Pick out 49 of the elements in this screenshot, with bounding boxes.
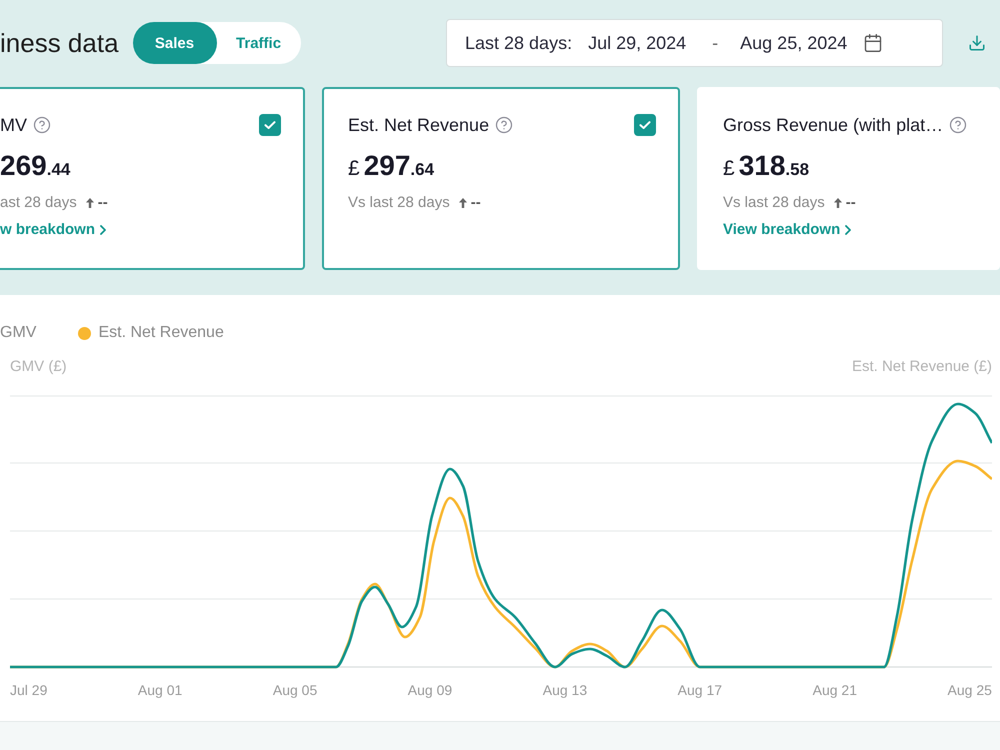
date-range-label: Last 28 days: [465, 32, 572, 54]
chevron-right-icon [100, 224, 106, 234]
x-axis-label: Aug 05 [272, 682, 318, 698]
x-axis-label: Aug 09 [408, 682, 452, 698]
tab[interactable]: Sales [132, 22, 217, 64]
metric-value: £297.64 [348, 150, 436, 182]
comparison-label: Vs last 28 days [723, 194, 825, 211]
help-icon[interactable] [495, 116, 514, 134]
arrow-up-icon [458, 198, 467, 208]
x-axis-label: Jul 29 [10, 682, 48, 698]
metric-card[interactable]: Gross Revenue (with plat… £318.58 Vs last 28 days -- View breakdown [697, 87, 1000, 270]
metric-title: MV [0, 114, 27, 136]
left-axis-title: GMV (£) [10, 358, 67, 375]
calendar-icon[interactable] [863, 33, 884, 53]
metric-card[interactable]: MV 269.44 ast 28 days -- w breakdown [0, 87, 305, 270]
legend-label[interactable]: GMV [0, 324, 36, 342]
checkbox[interactable] [259, 114, 281, 136]
x-axis-label: Aug 21 [812, 682, 857, 698]
x-axis-label: Aug 01 [138, 682, 182, 698]
metric-value: 269.44 [0, 150, 72, 182]
metric-title: Gross Revenue (with plat… [723, 114, 944, 136]
date-range-picker[interactable]: Last 28 days: Jul 29, 2024 - Aug 25, 2024 [446, 19, 943, 67]
end-date: Aug 25, 2024 [740, 32, 848, 54]
view-breakdown-link[interactable]: w breakdown [0, 221, 106, 238]
help-icon[interactable] [33, 116, 51, 134]
metric-title: Est. Net Revenue [348, 114, 490, 136]
chevron-right-icon [845, 224, 852, 234]
download-icon[interactable] [968, 34, 986, 52]
change-value: -- [846, 194, 856, 211]
x-axis-label: Aug 25 [948, 682, 992, 698]
comparison-label: ast 28 days [0, 194, 77, 211]
x-axis-label: Aug 13 [542, 682, 588, 698]
start-date: Jul 29, 2024 [588, 32, 686, 54]
comparison-label: Vs last 28 days [348, 194, 450, 211]
date-separator: - [712, 32, 718, 54]
page-title: iness data [0, 28, 119, 58]
tab[interactable]: Traffic [216, 22, 301, 64]
change-value: -- [470, 194, 481, 211]
legend-label[interactable]: Est. Net Revenue [98, 324, 224, 342]
metric-value: £318.58 [723, 150, 810, 182]
view-breakdown-link[interactable]: View breakdown [723, 221, 852, 238]
change-value: -- [98, 194, 108, 211]
x-axis-label: Aug 17 [678, 682, 722, 698]
metric-card[interactable]: Est. Net Revenue £297.64 Vs last 28 days -- [322, 87, 680, 270]
help-icon[interactable] [949, 116, 968, 134]
arrow-up-icon [834, 198, 842, 208]
right-axis-title: Est. Net Revenue (£) [852, 358, 992, 375]
arrow-up-icon [86, 198, 94, 208]
checkbox[interactable] [634, 114, 656, 136]
